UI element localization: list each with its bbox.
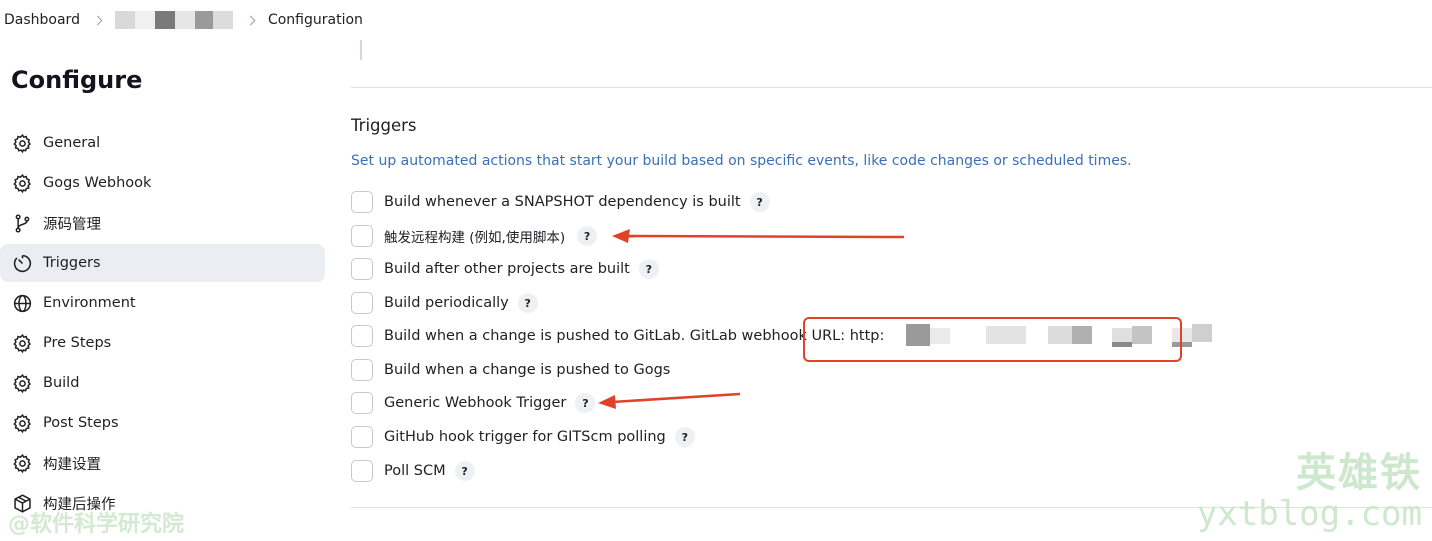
breadcrumb: Dashboard Configuration (0, 0, 1432, 40)
sidebar-item-label: 构建设置 (43, 456, 101, 473)
checkbox[interactable] (351, 426, 373, 448)
trigger-label[interactable]: Build whenever a SNAPSHOT dependency is … (384, 194, 741, 210)
annotation-arrow-icon (612, 229, 905, 243)
breadcrumb-configuration: Configuration (267, 12, 363, 28)
section-divider (351, 87, 1432, 88)
help-icon[interactable]: ? (638, 259, 659, 279)
sidebar-item-label: Gogs Webhook (43, 175, 152, 191)
sidebar-item-environment[interactable]: Environment (0, 284, 325, 322)
help-icon[interactable]: ? (577, 226, 598, 246)
sidebar-item-label: Environment (43, 295, 136, 311)
watermark-right: 英雄铁 yxtblog.com (1197, 440, 1422, 534)
sidebar-item-source-code[interactable]: 源码管理 (0, 204, 325, 242)
gear-icon (11, 452, 33, 474)
branch-icon (11, 212, 33, 234)
breadcrumb-dashboard[interactable]: Dashboard (4, 12, 80, 28)
timer-icon (11, 252, 33, 274)
watermark-left: @软件科学研究院 (8, 512, 185, 537)
trigger-snapshot-dependency: Build whenever a SNAPSHOT dependency is … (351, 190, 770, 214)
checkbox[interactable] (351, 292, 373, 314)
watermark-url: yxtblog.com (1196, 494, 1422, 534)
help-icon[interactable]: ? (749, 192, 770, 212)
sidebar-item-triggers[interactable]: Triggers (0, 244, 325, 282)
trigger-label[interactable]: GitHub hook trigger for GITScm polling (384, 429, 666, 445)
gear-icon (11, 172, 33, 194)
sidebar-item-label: Pre Steps (43, 335, 112, 351)
sidebar-item-general[interactable]: General (0, 124, 325, 162)
trigger-github-hook: GitHub hook trigger for GITScm polling ? (351, 425, 695, 449)
checkbox[interactable] (351, 460, 373, 482)
checkbox[interactable] (351, 191, 373, 213)
sidebar-item-build[interactable]: Build (0, 364, 325, 402)
help-icon[interactable]: ? (674, 427, 695, 447)
sidebar-item-label: Triggers (43, 255, 101, 271)
sidebar-nav: General Gogs Webhook 源码管理 Triggers Envir (0, 124, 336, 524)
gear-icon (11, 132, 33, 154)
chevron-right-icon (245, 15, 256, 25)
sidebar: Configure General Gogs Webhook 源码管理 Trig… (0, 40, 336, 541)
checkbox[interactable] (351, 392, 373, 414)
annotation-highlight-box (803, 317, 1182, 362)
trigger-label[interactable]: Generic Webhook Trigger (384, 395, 566, 411)
gear-icon (11, 372, 33, 394)
breadcrumb-project-redacted[interactable] (114, 11, 233, 29)
checkbox[interactable] (351, 325, 373, 347)
section-description: Set up automated actions that start your… (351, 153, 1132, 169)
trigger-after-other-projects: Build after other projects are built ? (351, 257, 659, 281)
checkbox[interactable] (351, 258, 373, 280)
checkbox[interactable] (351, 225, 373, 247)
trigger-label[interactable]: Poll SCM (384, 463, 446, 479)
help-icon[interactable]: ? (575, 393, 596, 413)
help-icon[interactable]: ? (517, 293, 538, 313)
globe-icon (11, 292, 33, 314)
watermark-brand: 英雄铁 (1296, 450, 1422, 496)
sidebar-item-post-steps[interactable]: Post Steps (0, 404, 325, 442)
trigger-label[interactable]: Build after other projects are built (384, 261, 630, 277)
trigger-gogs-push: Build when a change is pushed to Gogs (351, 358, 670, 382)
trigger-remote-build: 触发远程构建 (例如,使用脚本) ? (351, 224, 598, 248)
trigger-generic-webhook: Generic Webhook Trigger ? (351, 391, 596, 415)
checkbox[interactable] (351, 359, 373, 381)
annotation-arrow-icon (598, 392, 741, 409)
gear-icon (11, 332, 33, 354)
sidebar-item-pre-steps[interactable]: Pre Steps (0, 324, 325, 362)
page-title: Configure (11, 66, 143, 94)
trigger-label[interactable]: 触发远程构建 (例如,使用脚本) (384, 226, 565, 246)
trigger-periodically: Build periodically ? (351, 291, 538, 315)
sidebar-item-gogs-webhook[interactable]: Gogs Webhook (0, 164, 325, 202)
section-title-triggers: Triggers (351, 116, 417, 135)
gear-icon (11, 412, 33, 434)
section-connector (360, 40, 362, 60)
trigger-poll-scm: Poll SCM ? (351, 459, 475, 483)
sidebar-item-label: 源码管理 (43, 216, 101, 233)
help-icon[interactable]: ? (454, 461, 475, 481)
sidebar-item-label: General (43, 135, 101, 151)
sidebar-item-label: Build (43, 375, 80, 391)
sidebar-item-build-settings[interactable]: 构建设置 (0, 444, 325, 482)
chevron-right-icon (92, 15, 103, 25)
sidebar-item-label: Post Steps (43, 415, 119, 431)
trigger-label[interactable]: Build when a change is pushed to Gogs (384, 362, 670, 378)
trigger-label[interactable]: Build periodically (384, 295, 509, 311)
